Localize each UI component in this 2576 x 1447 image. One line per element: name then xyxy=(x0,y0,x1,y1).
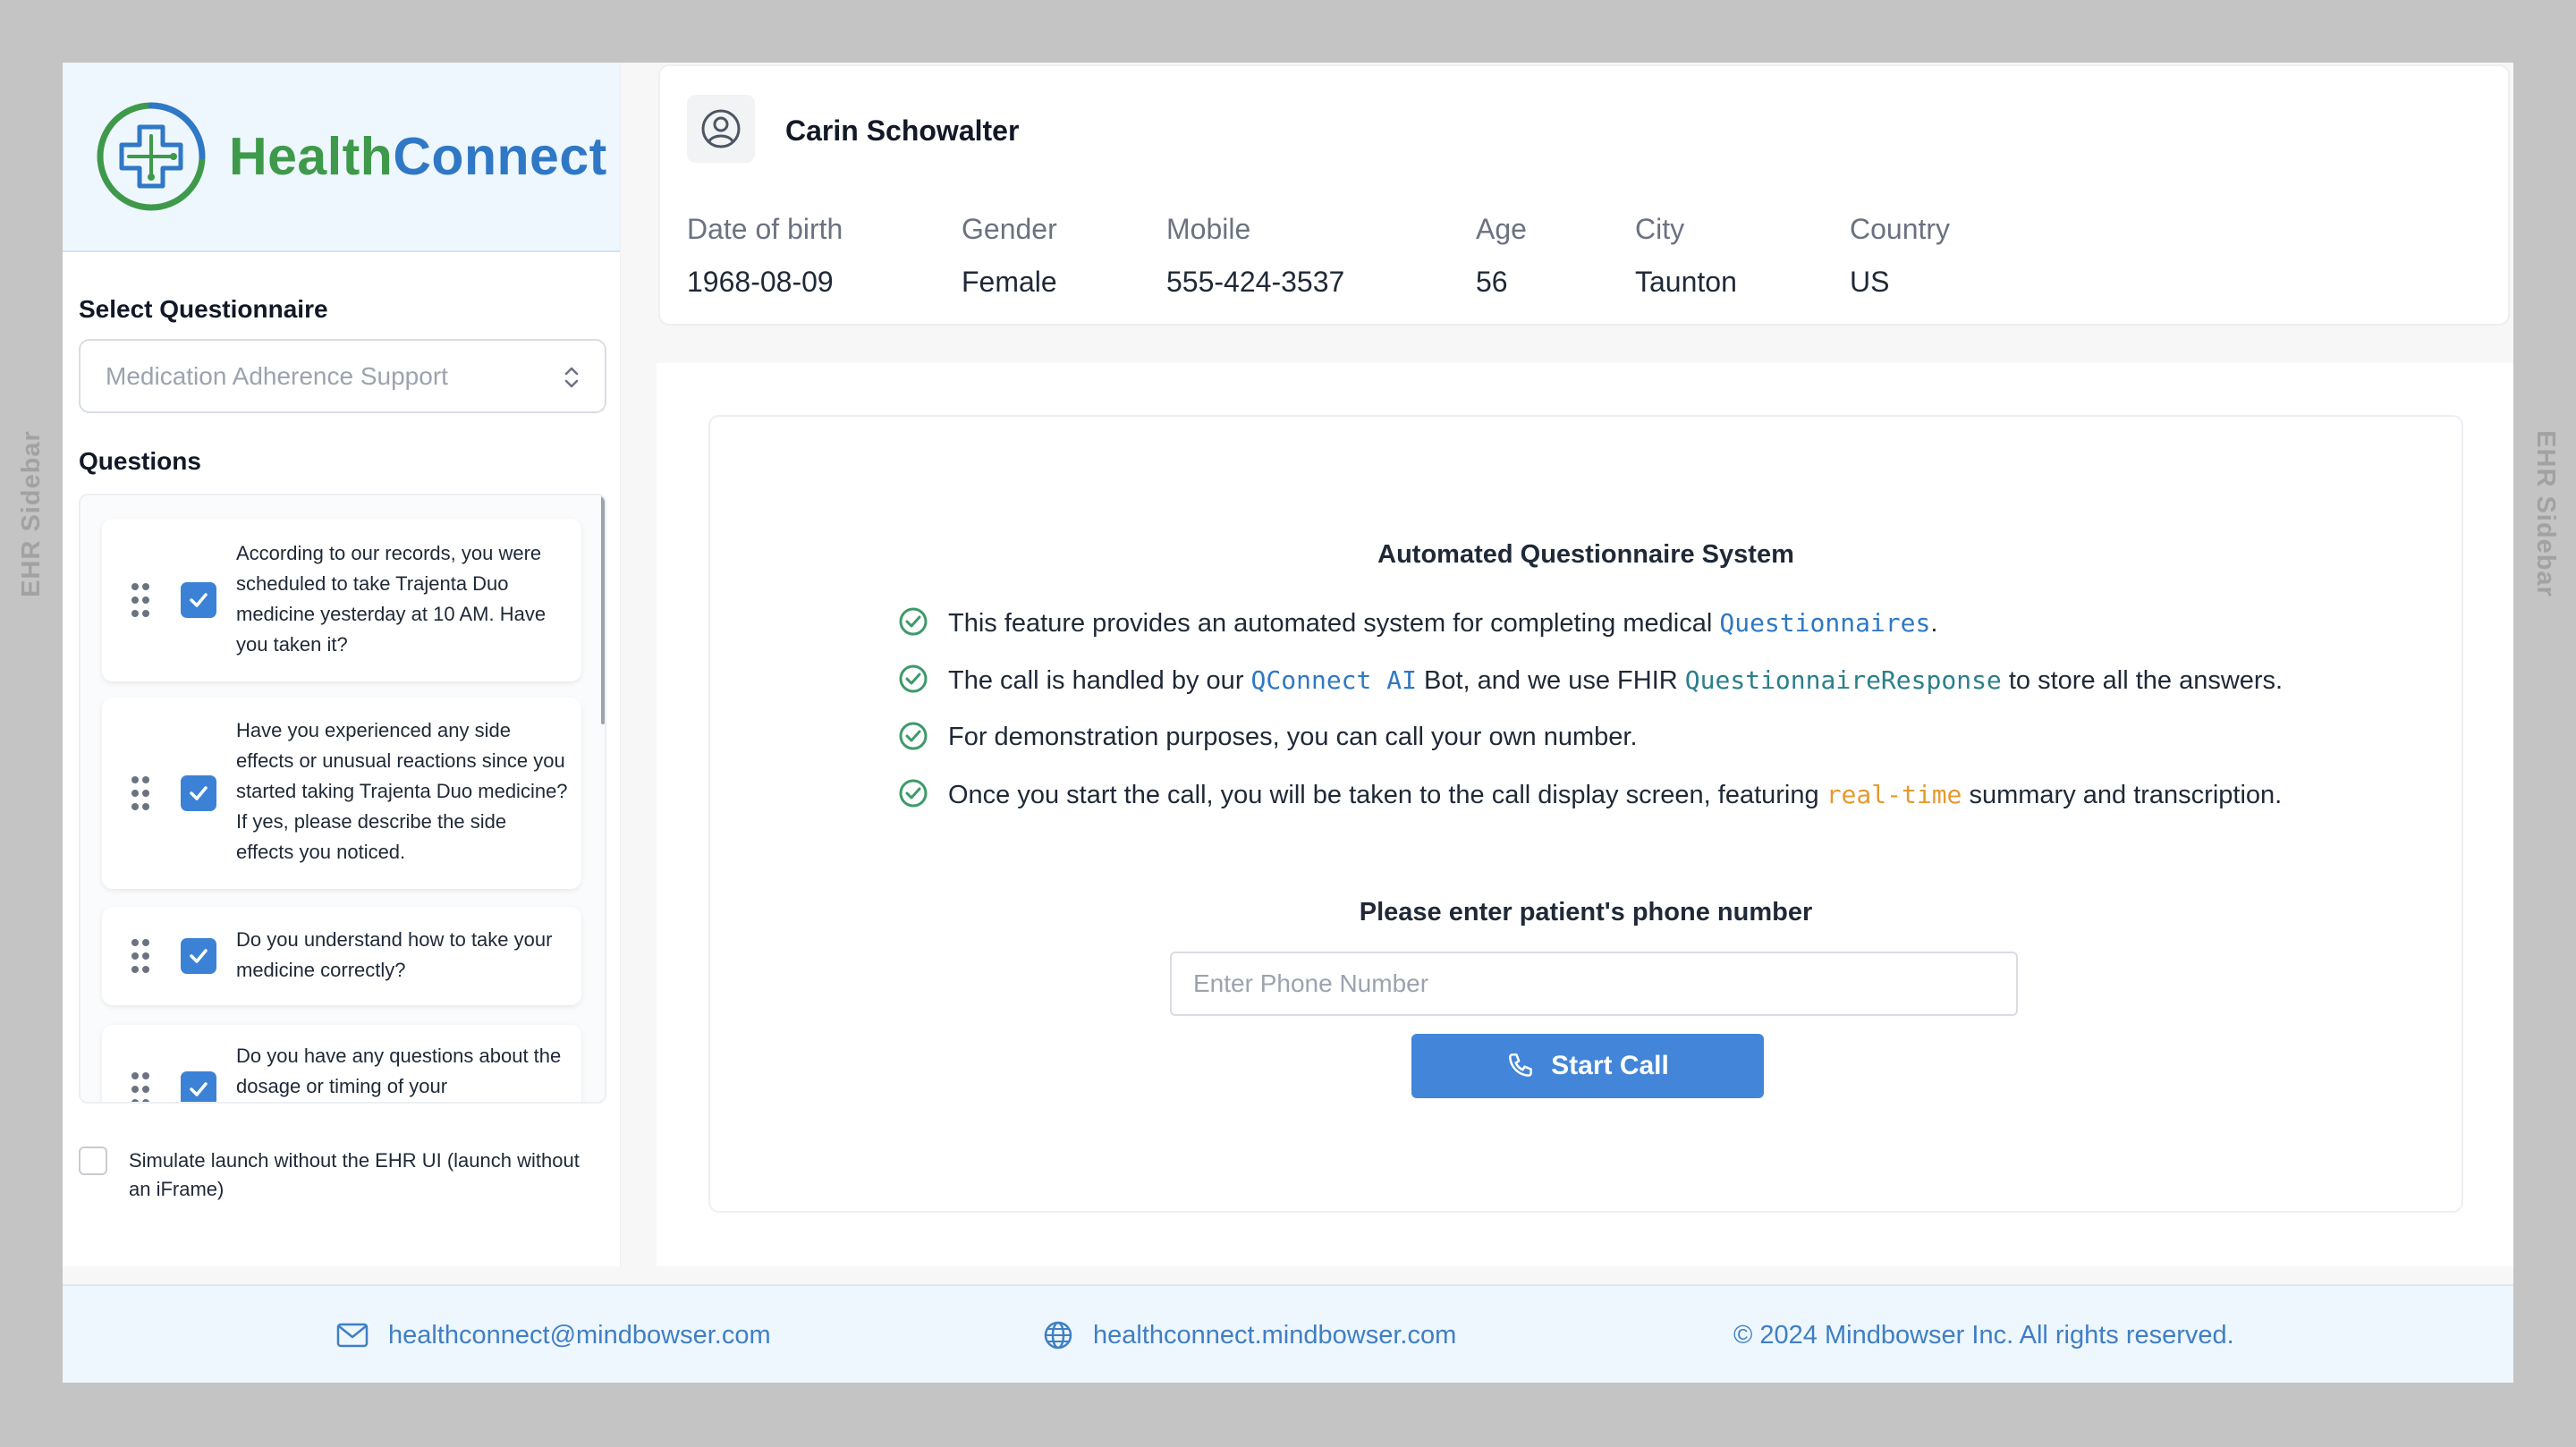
question-text: Do you have any questions about the dosa… xyxy=(236,1045,562,1097)
feature-text: Once you start the call, you will be tak… xyxy=(948,781,1826,809)
drag-handle-icon[interactable] xyxy=(131,775,150,811)
footer-copyright: © 2024 Mindbowser Inc. All rights reserv… xyxy=(1733,1286,2234,1383)
brand-logo: HealthConnect xyxy=(63,63,620,252)
field-value: Female xyxy=(962,266,1057,298)
drag-handle-icon[interactable] xyxy=(131,1071,150,1104)
patient-city: City Taunton xyxy=(1635,213,1737,299)
feature-text: For demonstration purposes, you can call… xyxy=(948,723,1638,751)
feature-text: Bot, and we use FHIR xyxy=(1416,666,1685,695)
question-checkbox[interactable] xyxy=(181,775,216,811)
field-label: Country xyxy=(1850,213,1951,245)
question-text: Do you understand how to take your medic… xyxy=(236,928,553,981)
checkmark-icon xyxy=(190,786,208,800)
ehr-sidebar-right-label: EHR Sidebar xyxy=(2530,429,2560,597)
health-cross-logo-icon xyxy=(97,102,206,211)
field-value: 56 xyxy=(1476,266,1508,298)
patient-mobile: Mobile 555-424-3537 xyxy=(1166,213,1344,299)
brand-name: HealthConnect xyxy=(229,126,607,187)
patient-gender: Gender Female xyxy=(962,213,1057,299)
drag-handle-icon[interactable] xyxy=(131,582,150,618)
app-window: HealthConnect Select Questionnaire Medic… xyxy=(63,63,2513,1383)
field-label: Date of birth xyxy=(687,213,843,245)
start-call-label: Start Call xyxy=(1551,1051,1669,1080)
question-checkbox[interactable] xyxy=(181,1071,216,1102)
questionnaire-select-value: Medication Adherence Support xyxy=(106,361,448,390)
simulate-launch-label: Simulate launch without the EHR UI (laun… xyxy=(129,1149,580,1200)
field-value: US xyxy=(1850,266,1890,298)
feature-text: to store all the answers. xyxy=(2001,666,2284,695)
feature-text: summary and transcription. xyxy=(1962,781,2283,809)
questions-list[interactable]: According to our records, you were sched… xyxy=(79,494,606,1104)
user-circle-icon xyxy=(701,109,741,148)
question-text: According to our records, you were sched… xyxy=(236,542,547,656)
questionnaire-card: Automated Questionnaire System This feat… xyxy=(708,415,2463,1213)
footer: healthconnect@mindbowser.com healthconne… xyxy=(63,1284,2513,1383)
start-call-button[interactable]: Start Call xyxy=(1411,1034,1764,1098)
question-card[interactable]: Do you have any questions about the dosa… xyxy=(102,1025,581,1104)
phone-number-label: Please enter patient's phone number xyxy=(1359,898,1813,927)
card-title: Automated Questionnaire System xyxy=(1377,540,1794,569)
question-card[interactable]: Do you understand how to take your medic… xyxy=(102,907,581,1005)
brand-name-part1: Health xyxy=(229,127,394,186)
code-questionnaires: Questionnaires xyxy=(1719,608,1931,638)
select-questionnaire-label: Select Questionnaire xyxy=(79,295,328,323)
mail-icon xyxy=(336,1323,369,1348)
check-circle-icon xyxy=(899,607,928,636)
question-card[interactable]: According to our records, you were sched… xyxy=(102,519,581,681)
questionnaire-select[interactable]: Medication Adherence Support xyxy=(79,339,606,413)
field-label: Gender xyxy=(962,213,1057,245)
question-card[interactable]: Have you experienced any side effects or… xyxy=(102,698,581,889)
phone-number-input[interactable] xyxy=(1170,952,2018,1016)
question-text: Have you experienced any side effects or… xyxy=(236,719,568,863)
checkmark-icon xyxy=(190,1082,208,1096)
questions-scrollbar[interactable] xyxy=(601,495,605,724)
code-real-time: real-time xyxy=(1826,780,1962,809)
globe-icon xyxy=(1044,1321,1072,1350)
ehr-sidebar-left-label: EHR Sidebar xyxy=(16,429,46,597)
field-label: Mobile xyxy=(1166,213,1251,245)
ehr-sidebar-left: EHR Sidebar xyxy=(0,0,63,1447)
chevron-up-down-icon xyxy=(564,367,579,388)
code-questionnaire-response: QuestionnaireResponse xyxy=(1684,665,2002,695)
avatar xyxy=(687,95,755,163)
feature-text: This feature provides an automated syste… xyxy=(948,609,1720,638)
field-value: 1968-08-09 xyxy=(687,266,834,298)
patient-dob: Date of birth 1968-08-09 xyxy=(687,213,843,299)
phone-icon xyxy=(1509,1053,1533,1077)
drag-handle-icon[interactable] xyxy=(131,938,150,974)
field-value: 555-424-3537 xyxy=(1166,266,1345,298)
patient-name: Carin Schowalter xyxy=(785,114,1020,147)
footer-email: healthconnect@mindbowser.com xyxy=(388,1320,771,1350)
field-label: Age xyxy=(1476,213,1527,245)
field-value: Taunton xyxy=(1635,266,1737,298)
checkmark-icon xyxy=(190,593,208,607)
check-circle-icon xyxy=(899,779,928,808)
footer-website: healthconnect.mindbowser.com xyxy=(1093,1320,1457,1350)
footer-website-link[interactable]: healthconnect.mindbowser.com xyxy=(1043,1286,1456,1383)
brand-name-part2: Connect xyxy=(393,127,607,186)
checkmark-icon xyxy=(190,949,208,963)
question-checkbox[interactable] xyxy=(181,938,216,974)
patient-country: Country US xyxy=(1850,213,1950,299)
patient-header: Carin Schowalter Date of birth 1968-08-0… xyxy=(658,64,2510,326)
feature-text: The call is handled by our xyxy=(948,666,1251,695)
patient-age: Age 56 xyxy=(1476,213,1527,299)
ehr-sidebar-right: EHR Sidebar xyxy=(2513,0,2576,1447)
simulate-launch-checkbox[interactable] xyxy=(79,1147,107,1175)
code-qconnect-ai: QConnect AI xyxy=(1250,665,1417,695)
field-label: City xyxy=(1635,213,1685,245)
sidebar: HealthConnect Select Questionnaire Medic… xyxy=(63,63,621,1266)
check-circle-icon xyxy=(899,722,928,750)
main-panel: Automated Questionnaire System This feat… xyxy=(657,363,2513,1266)
footer-copyright-text: © 2024 Mindbowser Inc. All rights reserv… xyxy=(1733,1320,2234,1350)
check-circle-icon xyxy=(899,664,928,693)
questions-label: Questions xyxy=(79,447,201,475)
question-checkbox[interactable] xyxy=(181,582,216,618)
feature-text: . xyxy=(1930,609,1938,638)
footer-email-link[interactable]: healthconnect@mindbowser.com xyxy=(336,1286,771,1383)
